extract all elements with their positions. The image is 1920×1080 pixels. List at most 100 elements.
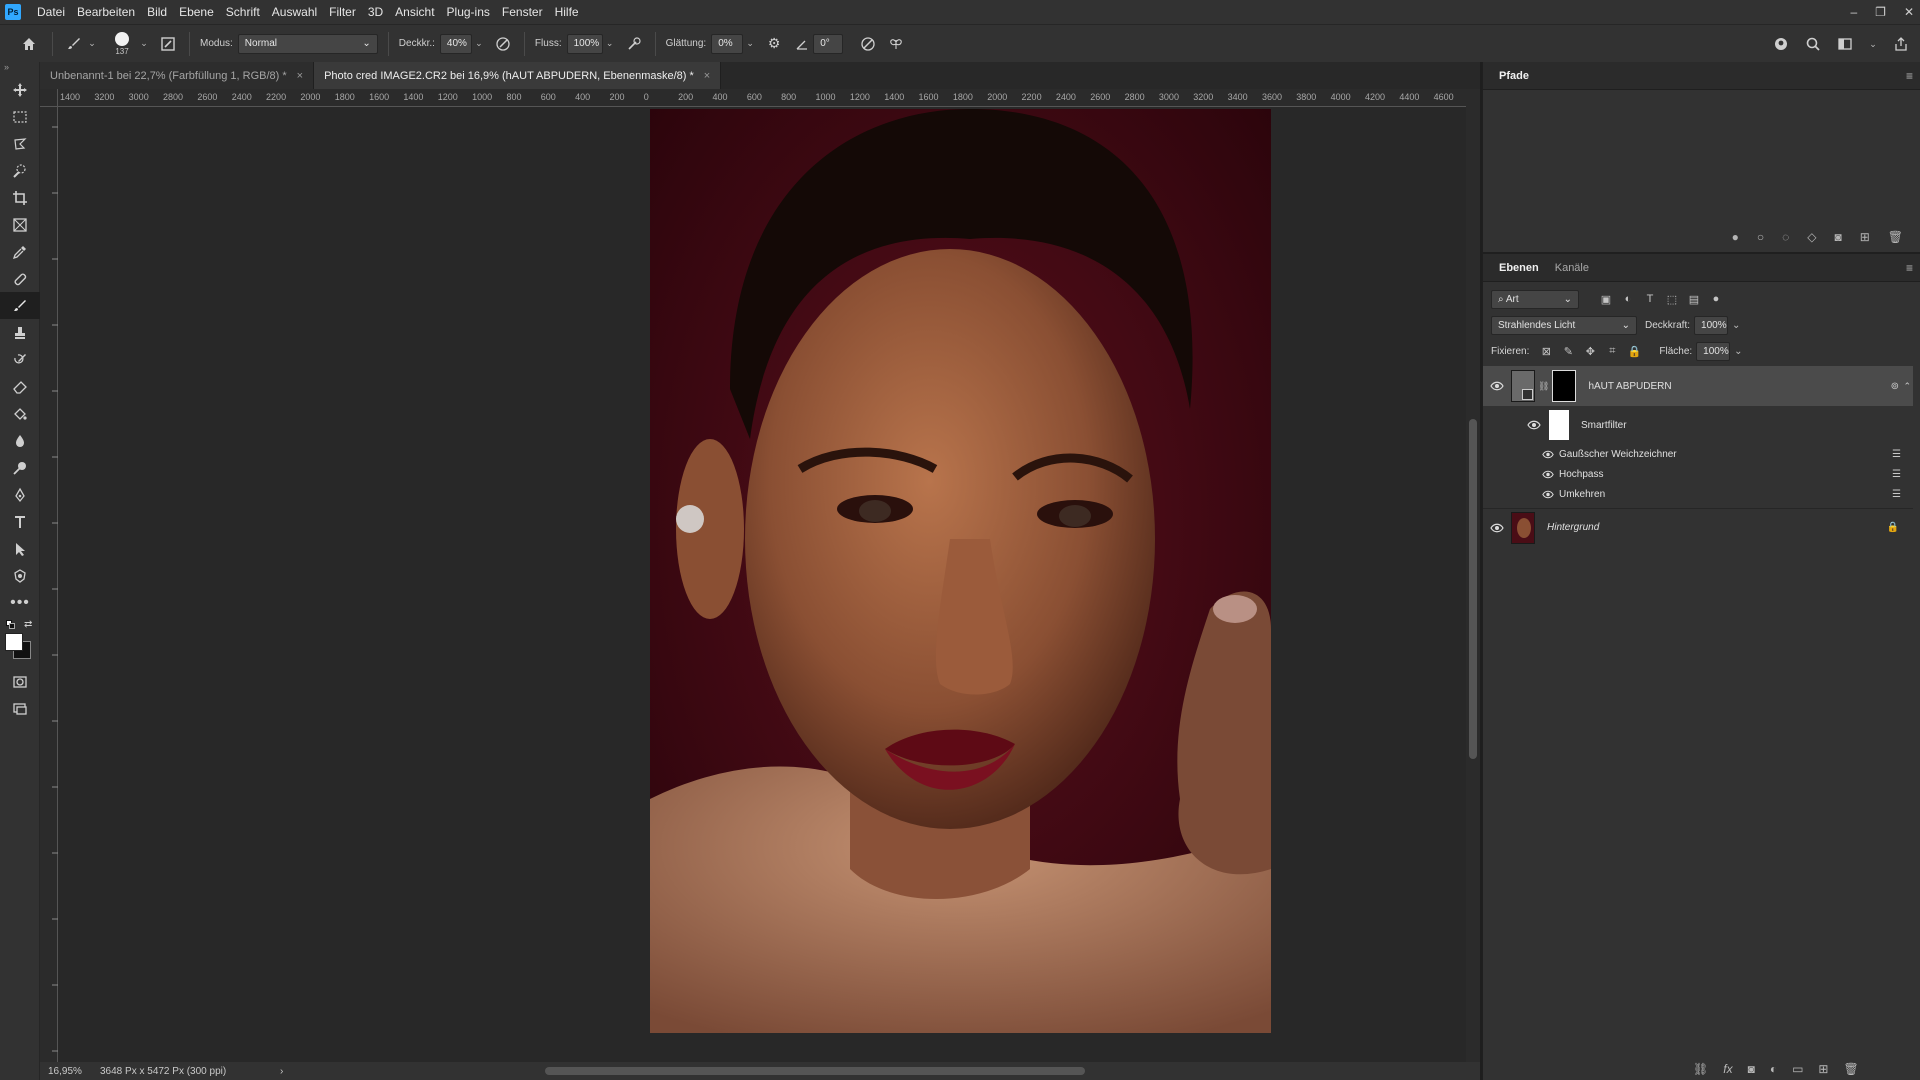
panel-menu-icon[interactable]: ≡	[1906, 69, 1913, 83]
tool-preset-dropdown[interactable]: ⌄	[85, 34, 99, 54]
smoothing-settings-gear-icon[interactable]: ⚙	[763, 33, 785, 55]
filter-row-hochpass[interactable]: Hochpass ☰	[1483, 464, 1913, 484]
load-selection-icon[interactable]: ◌	[1782, 230, 1789, 244]
menu-filter[interactable]: Filter	[323, 0, 362, 24]
more-tools-icon[interactable]: •••	[0, 589, 40, 616]
tab-pfade[interactable]: Pfade	[1491, 62, 1537, 90]
menu-ebene[interactable]: Ebene	[173, 0, 220, 24]
airbrush-icon[interactable]	[623, 33, 645, 55]
quick-mask-icon[interactable]	[0, 668, 40, 695]
panel-menu-icon[interactable]: ≡	[1906, 261, 1913, 275]
layer-blend-mode-select[interactable]: Strahlendes Licht ⌄	[1491, 315, 1637, 335]
layer-filter-select[interactable]: ⌕ Art ⌄	[1491, 289, 1579, 309]
filter-pixel-icon[interactable]: ▣	[1595, 289, 1617, 309]
layer-row-smartfilter[interactable]: Smartfilter	[1483, 408, 1913, 442]
layer-mask-thumbnail[interactable]	[1552, 370, 1577, 402]
visibility-eye-icon[interactable]	[1539, 450, 1557, 459]
pressure-opacity-icon[interactable]	[492, 33, 514, 55]
document-dimensions[interactable]: 3648 Px x 5472 Px (300 ppi)	[100, 1066, 270, 1077]
blur-tool-icon[interactable]	[0, 427, 40, 454]
lock-artboard-icon[interactable]: ⌗	[1601, 341, 1623, 361]
filter-mask-thumbnail[interactable]	[1549, 410, 1569, 440]
filter-name[interactable]: Umkehren	[1559, 489, 1605, 500]
paint-bucket-tool-icon[interactable]	[0, 400, 40, 427]
delete-layer-icon[interactable]: 🗑	[1843, 1062, 1858, 1076]
ruler-origin[interactable]	[40, 89, 58, 107]
smart-object-thumbnail[interactable]	[1511, 370, 1535, 402]
new-path-icon[interactable]: ⊞	[1860, 230, 1870, 244]
layer-row-haut-abpudern[interactable]: ⛓ hAUT ABPUDERN ⊚ ⌃	[1483, 366, 1913, 406]
tab-unbenannt[interactable]: Unbenannt-1 bei 22,7% (Farbfüllung 1, RG…	[40, 62, 315, 89]
move-tool-icon[interactable]	[0, 76, 40, 103]
tab-close-icon[interactable]: ×	[704, 70, 710, 82]
add-mask-icon[interactable]: ◙	[1748, 1062, 1755, 1076]
menu-bild[interactable]: Bild	[141, 0, 173, 24]
opacity-dropdown[interactable]: ⌄	[472, 34, 486, 54]
lasso-tool-icon[interactable]	[0, 130, 40, 157]
filter-shape-icon[interactable]: ⬚	[1661, 289, 1683, 309]
visibility-eye-icon[interactable]	[1483, 381, 1511, 391]
tab-ebenen[interactable]: Ebenen	[1491, 254, 1547, 282]
screen-mode-icon[interactable]	[0, 695, 40, 722]
filter-smartobject-icon[interactable]: ▤	[1683, 289, 1705, 309]
delete-path-icon[interactable]: 🗑	[1888, 230, 1903, 244]
smart-object-indicator-icon[interactable]: ⊚	[1891, 381, 1899, 392]
healing-brush-tool-icon[interactable]	[0, 265, 40, 292]
menu-ansicht[interactable]: Ansicht	[389, 0, 440, 24]
menu-3d[interactable]: 3D	[362, 0, 389, 24]
vertical-scrollbar[interactable]	[1466, 89, 1480, 1062]
minimize-button[interactable]: –	[1850, 5, 1857, 19]
visibility-eye-icon[interactable]	[1483, 523, 1511, 533]
share-icon[interactable]	[1890, 33, 1912, 55]
vertical-scroll-thumb[interactable]	[1469, 419, 1477, 759]
clone-stamp-tool-icon[interactable]	[0, 319, 40, 346]
blend-mode-select[interactable]: Normal ⌄	[237, 33, 378, 54]
type-tool-icon[interactable]	[0, 508, 40, 535]
path-selection-tool-icon[interactable]	[0, 535, 40, 562]
layer-row-hintergrund[interactable]: Hintergrund 🔒	[1483, 508, 1913, 546]
menu-plugins[interactable]: Plug-ins	[441, 0, 496, 24]
filter-name[interactable]: Hochpass	[1559, 469, 1603, 480]
layer-name[interactable]: Hintergrund	[1547, 522, 1599, 533]
brush-size-picker[interactable]: 137	[107, 27, 137, 61]
brush-tool-icon[interactable]	[63, 33, 85, 55]
make-work-path-icon[interactable]: ◇	[1807, 230, 1816, 244]
tab-photo-cred[interactable]: Photo cred IMAGE2.CR2 bei 16,9% (hAUT AB…	[314, 62, 722, 89]
visibility-eye-icon[interactable]	[1539, 470, 1557, 479]
filter-blending-options-icon[interactable]: ☰	[1892, 469, 1901, 480]
background-layer-thumbnail[interactable]	[1511, 511, 1535, 544]
filter-type-icon[interactable]: T	[1639, 289, 1661, 309]
fill-dropdown[interactable]: ⌄	[1734, 346, 1742, 357]
lock-image-icon[interactable]: ✎	[1557, 341, 1579, 361]
share-learn-icon[interactable]	[1770, 33, 1792, 55]
smoothing-input[interactable]: 0%	[711, 33, 744, 54]
menu-datei[interactable]: Datei	[31, 0, 71, 24]
add-mask-icon[interactable]: ◙	[1834, 230, 1841, 244]
brush-settings-icon[interactable]	[157, 33, 179, 55]
angle-input[interactable]: 0°	[813, 33, 844, 54]
restore-button[interactable]: ❐	[1875, 5, 1886, 19]
default-colors-icon[interactable]	[6, 620, 15, 629]
menu-fenster[interactable]: Fenster	[496, 0, 549, 24]
opacity-input[interactable]: 40%	[439, 33, 472, 54]
menu-bearbeiten[interactable]: Bearbeiten	[71, 0, 141, 24]
adjustment-layer-icon[interactable]: ◐	[1770, 1062, 1777, 1076]
tab-kanaele[interactable]: Kanäle	[1547, 254, 1597, 282]
eyedropper-tool-icon[interactable]	[0, 238, 40, 265]
filter-row-gaussian-blur[interactable]: Gaußscher Weichzeichner ☰	[1483, 444, 1913, 464]
search-icon[interactable]	[1802, 33, 1824, 55]
stroke-path-icon[interactable]: ○	[1757, 230, 1764, 244]
vertical-ruler[interactable]	[40, 107, 58, 1062]
filter-row-umkehren[interactable]: Umkehren ☰	[1483, 484, 1913, 504]
close-button[interactable]: ✕	[1904, 5, 1914, 19]
symmetry-butterfly-icon[interactable]	[885, 33, 907, 55]
foreground-color-swatch[interactable]	[5, 633, 23, 651]
workspace-icon[interactable]	[1834, 33, 1856, 55]
fx-icon[interactable]: fx	[1723, 1062, 1732, 1076]
pen-tool-icon[interactable]	[0, 481, 40, 508]
flow-dropdown[interactable]: ⌄	[603, 34, 617, 54]
tab-close-icon[interactable]: ×	[297, 70, 303, 82]
brush-picker-dropdown[interactable]: ⌄	[137, 34, 151, 54]
layer-opacity-input[interactable]: 100%	[1694, 315, 1729, 335]
horizontal-scroll-thumb[interactable]	[545, 1067, 1085, 1075]
